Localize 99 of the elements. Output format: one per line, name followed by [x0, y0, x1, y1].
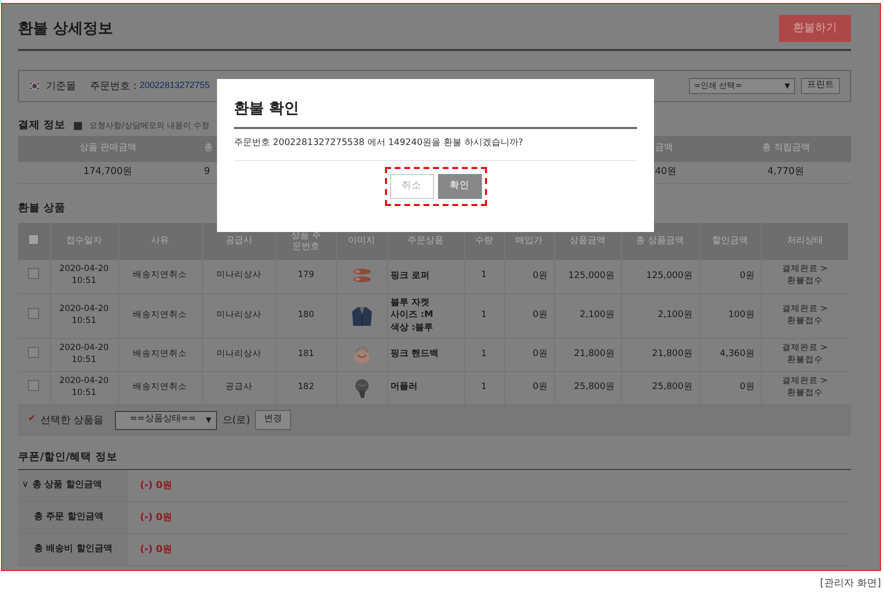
order-number-link[interactable]: 20022813272755 — [140, 79, 210, 93]
column-header: 처리상태 — [761, 223, 848, 260]
product-name: 색상 :블루 — [390, 322, 434, 334]
table-cell-text: 125,000원 — [567, 270, 614, 283]
table-cell-text: 1 — [480, 270, 488, 282]
status-text: 결제완료 > — [780, 342, 829, 354]
row-checkbox[interactable] — [28, 268, 40, 280]
table-cell-text: 0원 — [532, 381, 548, 394]
date-text: 2020-04-20 — [58, 264, 110, 276]
date-text: 2020-04-20 — [58, 304, 110, 316]
benefit-label: 총 상품 할인금액 — [32, 479, 102, 492]
status-text: 결제완료 > — [780, 264, 829, 276]
table-cell-text: 0원 — [738, 270, 754, 283]
status-text: 환불접수 — [786, 316, 824, 328]
mall-label: 기준몰 — [46, 80, 76, 94]
table-cell-text: 2,100원 — [656, 309, 692, 322]
column-header: 상품 판매금액 — [80, 142, 136, 156]
product-name: 블루 자켓 — [390, 296, 431, 310]
benefit-value: (-) 0원 — [139, 478, 173, 493]
item-number: 180 — [296, 310, 316, 322]
section-title: 환불 상품 — [18, 201, 67, 216]
chevron-icon[interactable]: ∨ — [22, 479, 29, 492]
supplier-text: 공급사 — [224, 382, 254, 394]
table-cell-text: 4,770원 — [767, 165, 805, 180]
row-checkbox[interactable] — [28, 380, 40, 391]
column-header: 총 적립금액 — [762, 142, 810, 156]
select-all-checkbox[interactable] — [28, 234, 40, 246]
table-cell-text: 0원 — [532, 309, 548, 322]
table-cell-text: 125,000원 — [645, 270, 692, 283]
item-number: 179 — [296, 270, 316, 282]
supplier-text: 미나리상사 — [216, 348, 262, 360]
modal-title: 환불 확인 — [234, 98, 300, 119]
product-name: 핑크 핸드백 — [390, 348, 440, 361]
note-text: 요청사항/상담메모의 내용이 수정 — [90, 120, 210, 132]
table-cell-text: 1 — [480, 310, 488, 322]
table-cell-text: 2,100원 — [578, 309, 614, 322]
column-header: 접수일자 — [50, 223, 118, 260]
table-cell-text: 0원 — [532, 348, 548, 361]
date-text: 10:51 — [70, 354, 98, 366]
reason-text: 배송지연취소 — [132, 310, 188, 322]
column-header: 할인금액 — [699, 223, 761, 260]
date-text: 10:51 — [70, 316, 98, 328]
jacket-icon — [350, 304, 372, 326]
date-text: 10:51 — [70, 276, 98, 288]
status-text: 결제완료 > — [780, 376, 829, 388]
item-number: 181 — [296, 348, 316, 360]
table-cell-text: 0원 — [532, 270, 548, 283]
confirm-button[interactable]: 확인 — [438, 174, 482, 198]
table-cell-text: 21,800원 — [651, 348, 692, 361]
status-text: 환불접수 — [786, 388, 824, 400]
column-header: 총 — [204, 142, 213, 156]
print-button[interactable]: 프린트 — [801, 78, 840, 94]
benefit-value: (-) 0원 — [139, 510, 173, 525]
table-cell-text: 21,800원 — [573, 348, 614, 361]
supplier-text: 미나리상사 — [216, 270, 262, 282]
section-title: 결제 정보 — [18, 118, 66, 134]
table-cell-text: 100원 — [727, 309, 754, 322]
reason-text: 배송지연취소 — [132, 270, 188, 282]
product-name: 핑크 로퍼 — [390, 270, 431, 283]
table-cell-text: 25,800원 — [573, 381, 614, 394]
product-name: 사이즈 :M — [390, 309, 434, 322]
row-checkbox[interactable] — [28, 308, 40, 319]
table-cell-text: 0원 — [738, 381, 754, 394]
product-name: 머플러 — [390, 381, 418, 394]
benefit-label: 총 주문 할인금액 — [34, 511, 104, 524]
column-header: 사유 — [118, 223, 202, 260]
reason-text: 배송지연취소 — [132, 348, 188, 360]
date-text: 2020-04-20 — [58, 342, 110, 354]
bulk-label: 선택한 상품을 — [40, 414, 104, 428]
benefit-value: (-) 0원 — [139, 542, 173, 557]
table-cell-text: 1 — [480, 348, 488, 360]
column-header: 금액 — [655, 142, 673, 156]
change-button[interactable]: 변경 — [255, 410, 292, 430]
page-title: 환불 상세정보 — [18, 18, 114, 40]
status-text: 환불접수 — [786, 276, 824, 288]
status-text: 결제완료 > — [780, 304, 829, 316]
item-number: 182 — [296, 382, 316, 394]
table-cell-text: 25,800원 — [651, 381, 692, 394]
reason-text: 배송지연취소 — [132, 382, 188, 394]
date-text: 2020-04-20 — [58, 376, 110, 388]
flag-icon — [29, 82, 40, 90]
status-text: 환불접수 — [786, 354, 824, 366]
cancel-button[interactable]: 취소 — [390, 174, 434, 198]
suffix-text: 으(로) — [222, 414, 250, 428]
info-icon — [74, 122, 82, 130]
date-text: 10:51 — [70, 388, 98, 400]
caption-text: [관리자 화면] — [820, 578, 881, 589]
row-checkbox[interactable] — [28, 346, 40, 358]
table-cell-text: 40원 — [655, 165, 678, 180]
table-cell-text: 1 — [480, 382, 488, 394]
refund-button[interactable]: 환불하기 — [779, 15, 851, 42]
benefit-label: 총 배송비 할인금액 — [34, 543, 112, 556]
check-icon: ✔ — [28, 413, 36, 427]
supplier-text: 미나리상사 — [216, 310, 262, 322]
modal-message: 주문번호 2002281327275538 에서 149240원을 환불 하시겠습니까? — [234, 129, 637, 160]
table-cell-text: 174,700원 — [83, 165, 133, 180]
order-number-label: 주문번호 : — [90, 80, 137, 94]
table-cell-text: 9 — [204, 165, 210, 180]
table-cell-text: 4,360원 — [718, 348, 754, 361]
